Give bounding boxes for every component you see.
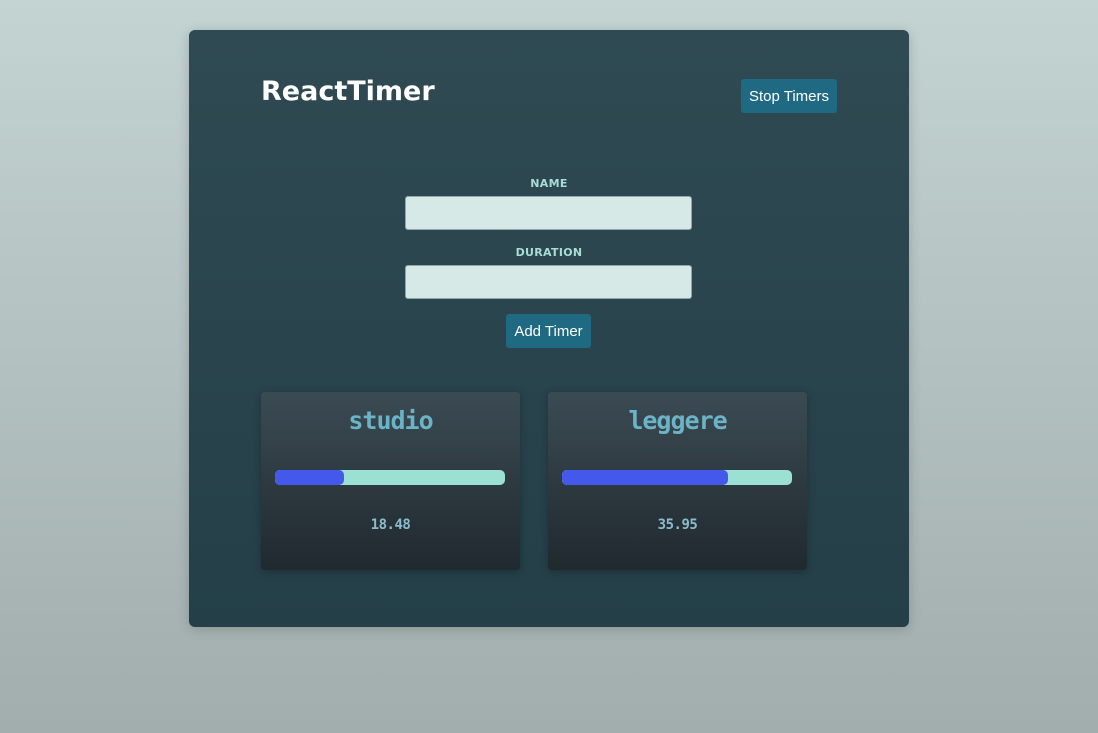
timer-progress-bar	[562, 470, 792, 485]
app-title: ReactTimer	[261, 76, 435, 107]
duration-label: DURATION	[515, 246, 583, 259]
duration-input[interactable]	[405, 265, 692, 299]
timer-name: leggere	[628, 406, 727, 435]
timer-remaining-time: 35.95	[657, 517, 698, 533]
name-label: NAME	[530, 177, 568, 190]
timer-progress-fill	[562, 470, 728, 485]
add-timer-button[interactable]: Add Timer	[506, 314, 591, 348]
stop-timers-button[interactable]: Stop Timers	[741, 79, 837, 113]
timer-remaining-time: 18.48	[370, 517, 411, 533]
timer-progress-fill	[275, 470, 344, 485]
timer-name: studio	[348, 406, 433, 435]
timer-progress-bar	[275, 470, 505, 485]
timer-app-panel: ReactTimer Stop Timers NAME DURATION Add…	[189, 30, 909, 627]
timer-card: leggere 35.95	[548, 392, 807, 570]
name-input[interactable]	[405, 196, 692, 230]
timer-card: studio 18.48	[261, 392, 520, 570]
